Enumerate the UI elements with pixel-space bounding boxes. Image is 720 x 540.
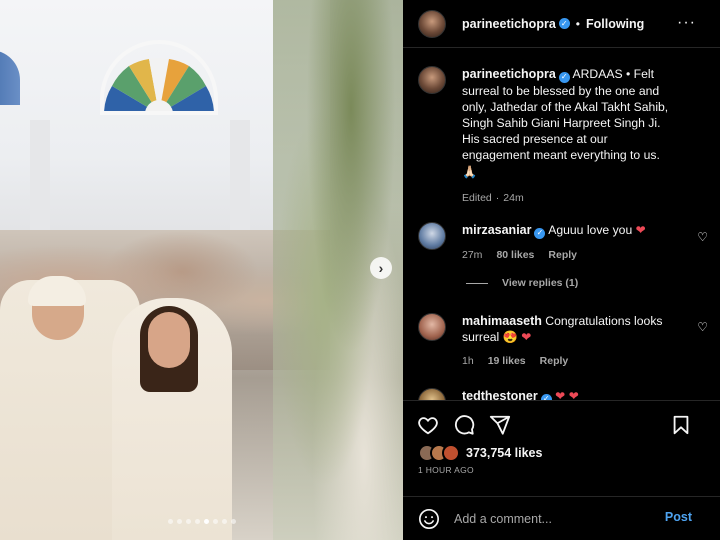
caption-time: 24m xyxy=(503,191,524,204)
post-photo: › xyxy=(0,0,403,540)
carousel-dot xyxy=(221,519,227,524)
caption-edited: Edited xyxy=(462,191,492,204)
chevron-right-icon: › xyxy=(378,260,384,276)
comment-username[interactable]: tedthestoner xyxy=(462,389,538,400)
comment-likes[interactable]: 80 likes xyxy=(496,247,534,263)
comment-text: Aguuu love you ❤ xyxy=(548,223,646,237)
caption-meta: Edited · 24m xyxy=(462,190,672,206)
action-icons xyxy=(417,414,511,436)
reply-button[interactable]: Reply xyxy=(548,247,577,263)
carousel-next-button[interactable]: › xyxy=(370,257,392,279)
caption-username[interactable]: parineetichopra xyxy=(462,67,556,81)
emoji-icon[interactable] xyxy=(418,508,440,530)
post-header: parineetichopra ✓ • Following ··· xyxy=(403,0,720,48)
author-avatar[interactable] xyxy=(418,9,446,38)
likes-count[interactable]: 373,754 likes xyxy=(466,446,542,460)
comment-text: ❤ ❤ xyxy=(555,389,579,400)
carousel-dot xyxy=(212,519,218,524)
comment-icon[interactable] xyxy=(453,414,475,436)
add-comment-bar: Post xyxy=(403,496,720,540)
carousel-indicator xyxy=(0,519,403,524)
comment-avatar[interactable] xyxy=(418,222,446,250)
header-separator: • xyxy=(575,16,580,31)
carousel-dot xyxy=(185,519,191,524)
comment-input[interactable] xyxy=(454,511,644,526)
comment-meta: 27m 80 likes Reply xyxy=(462,247,690,263)
verified-badge-icon: ✓ xyxy=(558,71,570,83)
like-comment-heart-icon[interactable]: ♡ xyxy=(697,230,708,244)
comment-avatar[interactable] xyxy=(418,388,446,400)
post-time[interactable]: 1 HOUR AGO xyxy=(418,465,474,475)
verified-badge-icon: ✓ xyxy=(534,227,546,239)
liker-avatar xyxy=(442,444,460,462)
author-username[interactable]: parineetichopra xyxy=(462,17,556,31)
comment-item: tedthestoner ✓ ❤ ❤ xyxy=(418,388,708,400)
photo-bride-face xyxy=(148,312,190,368)
comments-list[interactable]: parineetichopra ✓ ARDAAS • Felt surreal t… xyxy=(403,48,720,400)
comment-avatar[interactable] xyxy=(418,313,446,341)
comment-time: 27m xyxy=(462,248,483,261)
carousel-dot xyxy=(194,519,200,524)
carousel-dot xyxy=(230,519,236,524)
liker-avatars xyxy=(418,444,462,462)
carousel-dot xyxy=(203,519,209,524)
comment-meta: 1h 19 likes Reply xyxy=(462,353,690,369)
post-details-panel: parineetichopra ✓ • Following ··· parine… xyxy=(403,0,720,540)
carousel-dot xyxy=(167,519,173,524)
view-replies-label: View replies (1) xyxy=(502,277,579,289)
comment-likes[interactable]: 19 likes xyxy=(488,353,526,369)
likes-row: 373,754 likes xyxy=(418,444,542,462)
comment-time: 1h xyxy=(462,355,474,368)
bookmark-icon[interactable] xyxy=(670,414,692,436)
view-replies-line xyxy=(466,282,488,284)
caption-text: ARDAAS • Felt surreal to be blessed by t… xyxy=(462,67,669,179)
comment-username[interactable]: mahimaaseth xyxy=(462,314,542,328)
send-icon[interactable] xyxy=(489,414,511,436)
comment-username[interactable]: mirzasaniar xyxy=(462,223,531,237)
verified-badge-icon: ✓ xyxy=(558,18,570,29)
post-button[interactable]: Post xyxy=(665,510,692,524)
following-button[interactable]: Following xyxy=(586,17,644,31)
like-comment-heart-icon[interactable]: ♡ xyxy=(697,320,708,334)
view-replies-button[interactable]: View replies (1) xyxy=(466,277,578,289)
caption-avatar[interactable] xyxy=(418,66,446,94)
heart-icon[interactable] xyxy=(417,414,439,436)
comment-item: mirzasaniar ✓ Aguuu love you ❤ 27m 80 lik… xyxy=(418,222,708,263)
comment-item: mahimaaseth Congratulations looks surrea… xyxy=(418,313,708,370)
post-actions: 373,754 likes 1 HOUR AGO xyxy=(403,400,720,475)
carousel-dot xyxy=(176,519,182,524)
caption: parineetichopra ✓ ARDAAS • Felt surreal t… xyxy=(418,66,708,206)
reply-button[interactable]: Reply xyxy=(540,353,569,369)
more-horizontal-icon[interactable]: ··· xyxy=(677,14,696,32)
